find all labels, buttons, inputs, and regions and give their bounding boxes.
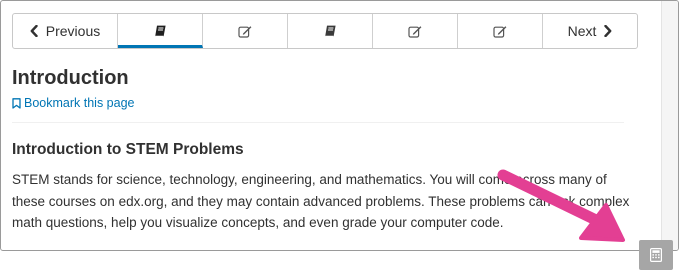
chevron-left-icon bbox=[30, 25, 38, 37]
calculator-button[interactable] bbox=[639, 240, 673, 270]
previous-button[interactable]: Previous bbox=[13, 14, 118, 48]
tab-unit-3[interactable] bbox=[288, 14, 373, 48]
edit-icon bbox=[238, 25, 252, 38]
scrollbar[interactable] bbox=[661, 1, 678, 250]
bookmark-label: Bookmark this page bbox=[24, 96, 135, 110]
tab-unit-2[interactable] bbox=[203, 14, 288, 48]
tab-unit-1[interactable] bbox=[118, 14, 203, 48]
bookmark-button[interactable]: Bookmark this page bbox=[12, 96, 134, 110]
next-label: Next bbox=[567, 23, 597, 39]
course-content-frame: Previous Next Introduction Bookmark this… bbox=[0, 0, 679, 251]
edit-icon bbox=[408, 25, 422, 38]
edit-icon bbox=[493, 25, 507, 38]
book-icon bbox=[154, 25, 166, 37]
section-divider bbox=[12, 122, 624, 123]
bookmark-icon bbox=[12, 97, 21, 109]
section-heading: Introduction to STEM Problems bbox=[12, 141, 244, 158]
calculator-icon bbox=[650, 248, 662, 262]
chevron-right-icon bbox=[604, 25, 612, 37]
sequence-navigation: Previous Next bbox=[12, 13, 638, 49]
tab-unit-4[interactable] bbox=[373, 14, 458, 48]
previous-label: Previous bbox=[45, 23, 101, 39]
tab-unit-5[interactable] bbox=[458, 14, 543, 48]
body-paragraph: STEM stands for science, technology, eng… bbox=[12, 172, 630, 230]
next-button[interactable]: Next bbox=[543, 14, 637, 48]
page-title: Introduction bbox=[12, 67, 129, 89]
book-icon bbox=[324, 25, 336, 37]
